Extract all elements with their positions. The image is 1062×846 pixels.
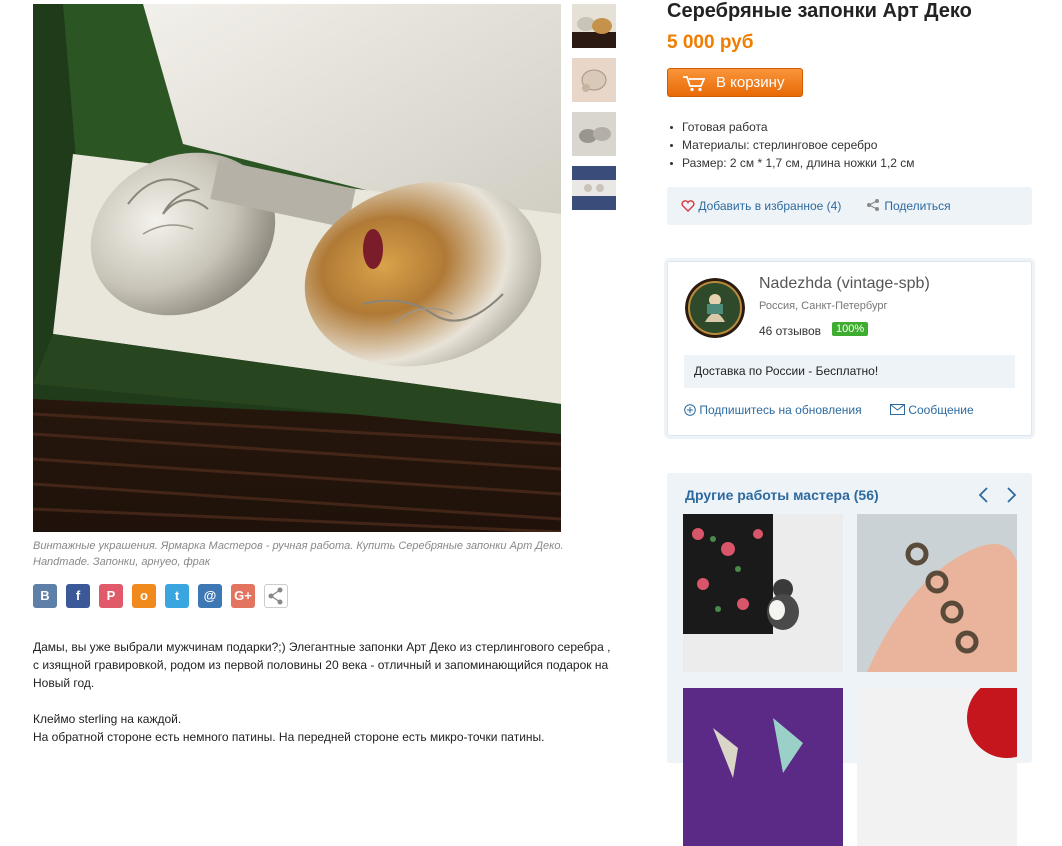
chevron-right-icon[interactable] <box>1003 485 1019 505</box>
other-work-thumbnail[interactable] <box>683 514 843 672</box>
googleplus-icon[interactable]: G+ <box>231 584 255 608</box>
other-work-thumbnail[interactable] <box>857 514 1017 672</box>
add-to-favorites-link[interactable]: Добавить в избранное (4) <box>681 199 841 213</box>
seller-avatar[interactable] <box>685 278 745 338</box>
feature-item: Материалы: стерлинговое серебро <box>668 136 915 154</box>
plus-circle-icon <box>684 404 696 416</box>
other-works-title[interactable]: Другие работы мастера (56) <box>685 487 879 503</box>
subscribe-label: Подпишитесь на обновления <box>699 403 862 417</box>
product-title: Серебряные запонки Арт Деко <box>667 0 972 22</box>
share-more-icon[interactable] <box>264 584 288 608</box>
description-paragraph: Клеймо sterling на каждой. <box>33 712 182 726</box>
share-link[interactable]: Поделиться <box>865 198 951 213</box>
thumbnail[interactable] <box>572 112 616 156</box>
vk-icon[interactable]: B <box>33 584 57 608</box>
message-label: Сообщение <box>908 403 974 417</box>
add-to-favorites-label: Добавить в избранное (4) <box>698 199 842 213</box>
thumbnail[interactable] <box>572 166 616 210</box>
heart-icon <box>681 200 695 212</box>
seller-location: Россия, Санкт-Петербург <box>759 300 888 312</box>
delivery-info: Доставка по России - Бесплатно! <box>684 355 1015 388</box>
product-description: Дамы, вы уже выбрали мужчинам подарки?;)… <box>33 638 618 746</box>
cart-icon <box>682 75 706 96</box>
message-link[interactable]: Сообщение <box>890 403 974 417</box>
photo-caption: Винтажные украшения. Ярмарка Мастеров - … <box>33 540 564 568</box>
pinterest-icon[interactable]: P <box>99 584 123 608</box>
favorite-share-panel: Добавить в избранное (4) Поделиться <box>667 187 1032 225</box>
feature-item: Размер: 2 см * 1,7 см, длина ножки 1,2 с… <box>668 154 915 172</box>
subscribe-link[interactable]: Подпишитесь на обновления <box>684 403 862 417</box>
other-works-panel: Другие работы мастера (56) <box>667 473 1032 846</box>
chevron-left-icon[interactable] <box>976 485 992 505</box>
share-label: Поделиться <box>884 199 951 213</box>
envelope-icon <box>890 404 905 415</box>
seller-card: Nadezhda (vintage-spb) Россия, Санкт-Пет… <box>667 261 1032 436</box>
rating-badge: 100% <box>832 322 869 336</box>
product-price: 5 000 руб <box>667 32 754 53</box>
add-to-cart-label: В корзину <box>716 74 785 91</box>
mailru-icon[interactable]: @ <box>198 584 222 608</box>
feature-item: Готовая работа <box>668 118 915 136</box>
feature-list: Готовая работа Материалы: стерлинговое с… <box>668 118 915 172</box>
thumbnail-strip <box>572 4 616 220</box>
share-icon <box>867 199 879 211</box>
seller-name[interactable]: Nadezhda (vintage-spb) <box>759 275 930 293</box>
add-to-cart-button[interactable]: В корзину <box>667 68 803 97</box>
main-product-photo[interactable] <box>33 4 561 532</box>
thumbnail[interactable] <box>572 4 616 48</box>
description-paragraph: Дамы, вы уже выбрали мужчинам подарки?;)… <box>33 640 611 690</box>
other-work-thumbnail[interactable] <box>683 688 843 846</box>
twitter-icon[interactable]: t <box>165 584 189 608</box>
facebook-icon[interactable]: f <box>66 584 90 608</box>
odnoklassniki-icon[interactable]: о <box>132 584 156 608</box>
description-paragraph: На обратной стороне есть немного патины.… <box>33 730 545 744</box>
other-work-thumbnail[interactable] <box>857 688 1017 846</box>
seller-reviews[interactable]: 46 отзывов <box>759 324 821 338</box>
thumbnail[interactable] <box>572 58 616 102</box>
